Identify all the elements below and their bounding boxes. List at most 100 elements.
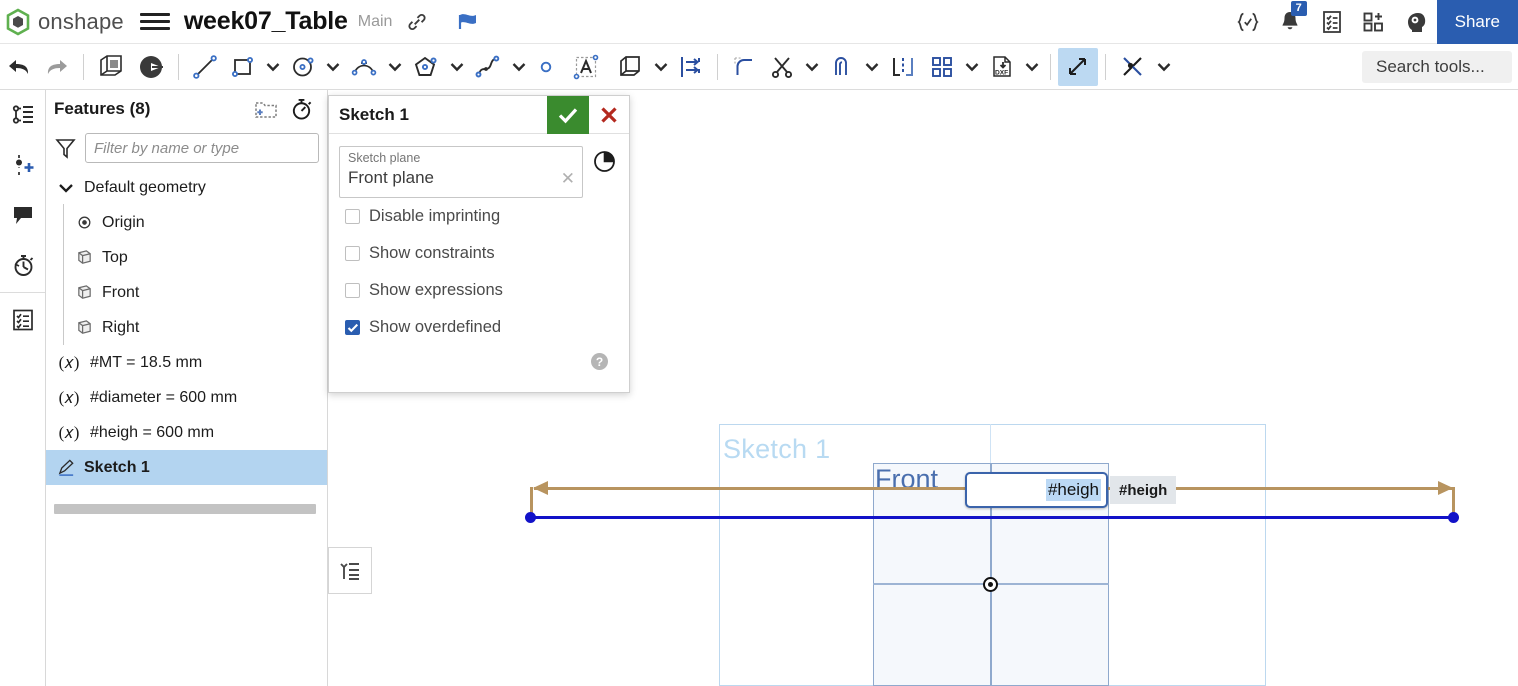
feature-row-variable-heigh[interactable]: (𝑥) #heigh = 600 mm <box>46 415 327 450</box>
fillet-tool[interactable] <box>725 44 763 90</box>
feature-label: Origin <box>102 213 145 231</box>
trim-tool-chevron-down-icon[interactable] <box>801 44 823 90</box>
sketch-endpoint-right[interactable] <box>1448 512 1459 523</box>
feature-row-plane-top[interactable]: Top <box>46 239 327 275</box>
rail-add-variable-icon[interactable] <box>0 140 46 190</box>
tasks-list-icon[interactable] <box>1311 0 1353 44</box>
flag-icon[interactable] <box>456 11 480 33</box>
feature-row-default-geometry[interactable]: Default geometry <box>46 170 327 205</box>
extend-tool[interactable] <box>823 44 861 90</box>
origin-point-marker[interactable] <box>983 577 998 592</box>
features-filter-input[interactable]: Filter by name or type <box>85 133 319 163</box>
text-tool[interactable] <box>562 44 610 90</box>
rail-feature-list-icon[interactable] <box>0 90 46 140</box>
arc-tool-chevron-down-icon[interactable] <box>384 44 406 90</box>
section-view-icon[interactable] <box>589 146 619 176</box>
checkbox-show-overdefined[interactable] <box>345 320 360 335</box>
sketch-fill-button[interactable] <box>131 44 171 90</box>
learning-center-icon[interactable] <box>1395 0 1437 44</box>
sketch-panel-list-icon[interactable] <box>328 547 372 594</box>
sketch-endpoint-left[interactable] <box>525 512 536 523</box>
toolbar-divider <box>83 53 84 80</box>
branch-name[interactable]: Main <box>358 13 393 31</box>
mirror-tool[interactable] <box>672 44 710 90</box>
rail-comments-icon[interactable] <box>0 190 46 240</box>
linear-pattern-chevron-down-icon[interactable] <box>961 44 983 90</box>
document-title[interactable]: week07_Table <box>184 7 348 36</box>
feature-label: #MT = 18.5 mm <box>90 353 203 371</box>
circle-tool-chevron-down-icon[interactable] <box>322 44 344 90</box>
dimension-arrow-right-icon <box>1438 481 1453 495</box>
feature-label: Top <box>102 248 128 266</box>
import-dxf-tool[interactable]: DXF <box>983 44 1021 90</box>
dimension-autocomplete-tooltip[interactable]: #heigh <box>1110 476 1177 504</box>
sketch-plane-field[interactable]: Sketch plane Front plane ✕ <box>339 146 583 198</box>
checkbox-row-show-expressions[interactable]: Show expressions <box>339 272 619 309</box>
checkbox-row-disable-imprinting[interactable]: Disable imprinting <box>339 198 619 235</box>
onshape-logo-icon[interactable] <box>4 8 32 36</box>
arc-tool[interactable] <box>344 44 384 90</box>
featurescript-icon[interactable] <box>1227 0 1269 44</box>
point-tool[interactable] <box>530 44 562 90</box>
add-folder-icon[interactable] <box>254 99 278 119</box>
constraint-tool[interactable] <box>1113 44 1153 90</box>
notifications-bell-icon[interactable]: 7 <box>1269 0 1311 44</box>
checkbox-row-show-overdefined[interactable]: Show overdefined <box>339 309 619 346</box>
sketch-plane-row: Sketch plane Front plane ✕ <box>339 146 619 198</box>
sketch-horizontal-line[interactable] <box>530 516 1455 519</box>
extend-tool-chevron-down-icon[interactable] <box>861 44 883 90</box>
link-icon[interactable] <box>406 11 428 33</box>
rollback-timer-icon[interactable] <box>290 97 313 121</box>
offset-tool[interactable] <box>610 44 650 90</box>
use-projection-tool[interactable] <box>883 44 923 90</box>
trim-tool[interactable] <box>763 44 801 90</box>
rectangle-tool-chevron-down-icon[interactable] <box>262 44 284 90</box>
import-dxf-chevron-down-icon[interactable] <box>1021 44 1043 90</box>
chevron-down-icon[interactable] <box>56 182 76 194</box>
dimension-value-input[interactable]: #heigh <box>965 472 1108 508</box>
variable-icon: (𝑥) <box>58 352 80 372</box>
rail-tasks-icon[interactable] <box>0 295 46 345</box>
help-question-icon[interactable]: ? <box>590 352 609 376</box>
constraint-tool-chevron-down-icon[interactable] <box>1153 44 1175 90</box>
feature-row-plane-front[interactable]: Front <box>46 274 327 310</box>
feature-row-plane-right[interactable]: Right <box>46 309 327 345</box>
sketch-dialog-actions <box>547 95 629 134</box>
share-button[interactable]: Share <box>1436 0 1518 44</box>
polygon-tool[interactable] <box>406 44 446 90</box>
offset-tool-chevron-down-icon[interactable] <box>650 44 672 90</box>
close-x-icon[interactable] <box>589 96 629 134</box>
checkbox-show-constraints[interactable] <box>345 246 360 261</box>
filter-funnel-icon[interactable] <box>54 137 76 159</box>
dimension-input-text: #heigh <box>1045 479 1101 501</box>
undo-button[interactable] <box>0 44 38 90</box>
redo-button[interactable] <box>38 44 76 90</box>
checkmark-icon[interactable] <box>547 95 589 134</box>
checkbox-show-expressions[interactable] <box>345 283 360 298</box>
svg-text:DXF: DXF <box>995 69 1008 76</box>
spline-tool[interactable] <box>468 44 508 90</box>
feature-row-sketch-1[interactable]: Sketch 1 <box>46 450 327 485</box>
dimension-tool[interactable] <box>1058 47 1098 86</box>
features-horizontal-scrollbar[interactable] <box>54 504 316 514</box>
clear-x-icon[interactable]: ✕ <box>561 169 575 189</box>
hamburger-icon[interactable] <box>139 8 170 36</box>
feature-row-variable-mt[interactable]: (𝑥) #MT = 18.5 mm <box>46 345 327 380</box>
polygon-tool-chevron-down-icon[interactable] <box>446 44 468 90</box>
features-panel: Features (8) Filter by name or type Defa… <box>46 90 328 686</box>
rectangle-tool[interactable] <box>224 44 262 90</box>
app-store-icon[interactable] <box>1353 0 1395 44</box>
spline-tool-chevron-down-icon[interactable] <box>508 44 530 90</box>
circle-tool[interactable] <box>284 44 322 90</box>
features-panel-header: Features (8) <box>46 90 327 128</box>
feature-row-variable-diameter[interactable]: (𝑥) #diameter = 600 mm <box>46 380 327 415</box>
rail-history-icon[interactable] <box>0 240 46 290</box>
checkbox-row-show-constraints[interactable]: Show constraints <box>339 235 619 272</box>
checkbox-disable-imprinting[interactable] <box>345 209 360 224</box>
search-tools-input[interactable]: Search tools... <box>1362 50 1512 83</box>
feature-row-origin[interactable]: Origin <box>46 204 327 240</box>
line-tool[interactable] <box>186 44 224 90</box>
sketch-insert-button[interactable] <box>91 44 131 90</box>
plane-icon <box>74 249 94 266</box>
linear-pattern-tool[interactable] <box>923 44 961 90</box>
